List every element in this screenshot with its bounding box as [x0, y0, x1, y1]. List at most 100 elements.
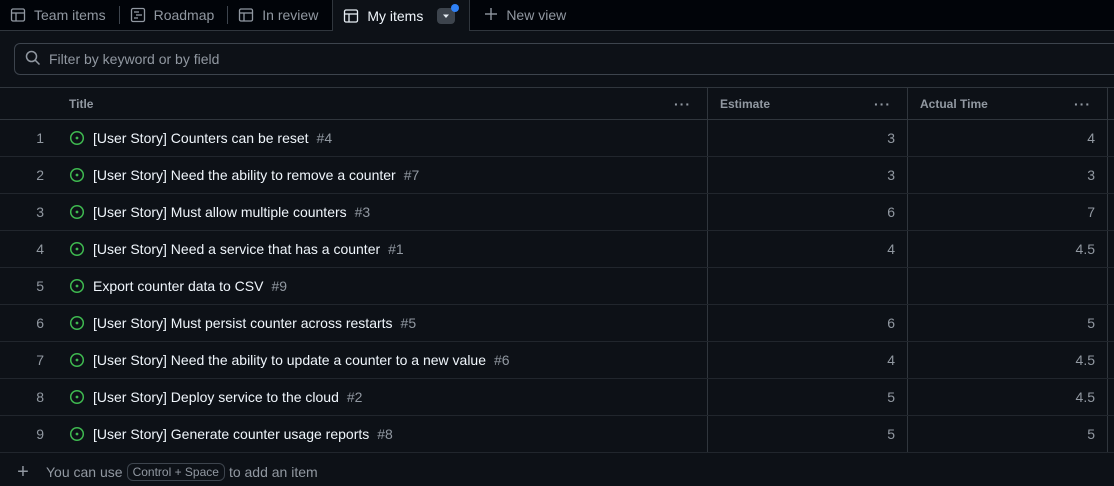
item-title-link[interactable]: [User Story] Generate counter usage repo… [93, 426, 369, 442]
actual-time-value: 7 [1087, 204, 1095, 220]
column-header-title[interactable]: Title ··· [58, 88, 708, 119]
row-number-label: 7 [36, 352, 44, 368]
row-number-label: 6 [36, 315, 44, 331]
table-row[interactable]: 1 [User Story] Counters can be reset #4 … [0, 120, 1114, 157]
row-number-header [0, 88, 58, 119]
title-cell[interactable]: [User Story] Deploy service to the cloud… [58, 379, 708, 415]
row-number: 3 [0, 194, 58, 230]
issue-number[interactable]: #1 [388, 241, 404, 257]
view-options-button[interactable] [437, 3, 460, 24]
title-cell[interactable]: Export counter data to CSV #9 [58, 268, 708, 304]
row-number-label: 9 [36, 426, 44, 442]
table-row[interactable]: 7 [User Story] Need the ability to updat… [0, 342, 1114, 379]
row-number-label: 8 [36, 389, 44, 405]
actual-time-cell[interactable]: 4.5 [908, 231, 1108, 267]
actual-time-value: 4.5 [1075, 241, 1095, 257]
row-number-label: 3 [36, 204, 44, 220]
row-number: 2 [0, 157, 58, 193]
add-item-plus-icon[interactable]: + [0, 461, 46, 484]
column-header-label: Estimate [720, 96, 771, 111]
item-title-link[interactable]: [User Story] Must allow multiple counter… [93, 204, 347, 220]
item-title-link[interactable]: [User Story] Need the ability to update … [93, 352, 486, 368]
estimate-cell[interactable]: 6 [708, 194, 908, 230]
table-row[interactable]: 6 [User Story] Must persist counter acro… [0, 305, 1114, 342]
roadmap-icon [130, 7, 146, 23]
table-row[interactable]: 3 [User Story] Must allow multiple count… [0, 194, 1114, 231]
estimate-cell[interactable]: 5 [708, 416, 908, 452]
estimate-cell[interactable] [708, 268, 908, 304]
actual-time-cell[interactable]: 4 [908, 120, 1108, 156]
issue-number[interactable]: #5 [401, 315, 417, 331]
actual-time-cell[interactable]: 3 [908, 157, 1108, 193]
title-cell[interactable]: [User Story] Need a service that has a c… [58, 231, 708, 267]
estimate-cell[interactable]: 4 [708, 342, 908, 378]
issue-number[interactable]: #4 [317, 130, 333, 146]
estimate-cell[interactable]: 3 [708, 157, 908, 193]
actual-time-value: 5 [1087, 426, 1095, 442]
table-header: Title ··· Estimate ··· Actual Time ··· [0, 87, 1114, 120]
issue-number[interactable]: #7 [404, 167, 420, 183]
actual-time-cell[interactable]: 5 [908, 305, 1108, 341]
table-icon [343, 8, 359, 24]
actual-time-cell[interactable]: 5 [908, 416, 1108, 452]
issue-number[interactable]: #6 [494, 352, 510, 368]
tab-my-items[interactable]: My items [332, 0, 471, 31]
tab-roadmap[interactable]: Roadmap [120, 0, 229, 30]
table-row[interactable]: 9 [User Story] Generate counter usage re… [0, 416, 1114, 453]
column-menu-icon[interactable]: ··· [674, 96, 691, 112]
table-row[interactable]: 4 [User Story] Need a service that has a… [0, 231, 1114, 268]
issue-number[interactable]: #2 [347, 389, 363, 405]
actual-time-cell[interactable]: 4.5 [908, 342, 1108, 378]
triangle-down-icon [443, 14, 450, 18]
item-title-link[interactable]: [User Story] Need a service that has a c… [93, 241, 380, 257]
unsaved-changes-dot [451, 3, 460, 12]
row-number-label: 2 [36, 167, 44, 183]
column-header-label: Title [69, 96, 94, 111]
actual-time-value: 4.5 [1075, 389, 1095, 405]
actual-time-cell[interactable] [908, 268, 1108, 304]
row-number: 7 [0, 342, 58, 378]
column-header-estimate[interactable]: Estimate ··· [708, 88, 908, 119]
column-menu-icon[interactable]: ··· [1074, 96, 1091, 112]
table-row[interactable]: 5 Export counter data to CSV #9 [0, 268, 1114, 305]
filter-input[interactable] [49, 51, 649, 67]
issue-opened-icon [69, 315, 85, 331]
estimate-cell[interactable]: 5 [708, 379, 908, 415]
item-title-link[interactable]: [User Story] Deploy service to the cloud [93, 389, 339, 405]
estimate-cell[interactable]: 6 [708, 305, 908, 341]
item-title-link[interactable]: [User Story] Counters can be reset [93, 130, 309, 146]
title-cell[interactable]: [User Story] Must persist counter across… [58, 305, 708, 341]
table-row[interactable]: 2 [User Story] Need the ability to remov… [0, 157, 1114, 194]
item-title-link[interactable]: [User Story] Need the ability to remove … [93, 167, 396, 183]
issue-number[interactable]: #8 [377, 426, 393, 442]
add-item-row: + You can use Control + Space to add an … [0, 458, 1114, 486]
actual-time-value: 3 [1087, 167, 1095, 183]
column-header-actual-time[interactable]: Actual Time ··· [908, 88, 1108, 119]
item-title-link[interactable]: [User Story] Must persist counter across… [93, 315, 393, 331]
tab-in-review[interactable]: In review [228, 0, 332, 30]
actual-time-cell[interactable]: 7 [908, 194, 1108, 230]
actual-time-cell[interactable]: 4.5 [908, 379, 1108, 415]
issue-number[interactable]: #3 [355, 204, 371, 220]
title-cell[interactable]: [User Story] Generate counter usage repo… [58, 416, 708, 452]
estimate-value: 6 [887, 204, 895, 220]
row-number-label: 5 [36, 278, 44, 294]
new-view-button[interactable]: New view [470, 0, 580, 30]
column-header-label: Actual Time [920, 96, 988, 111]
title-cell[interactable]: [User Story] Need the ability to remove … [58, 157, 708, 193]
title-cell[interactable]: [User Story] Must allow multiple counter… [58, 194, 708, 230]
add-item-hint-suffix: to add an item [228, 464, 318, 480]
issue-opened-icon [69, 426, 85, 442]
item-title-link[interactable]: Export counter data to CSV [93, 278, 263, 294]
estimate-value: 3 [887, 167, 895, 183]
issue-opened-icon [69, 130, 85, 146]
estimate-cell[interactable]: 3 [708, 120, 908, 156]
issue-number[interactable]: #9 [271, 278, 287, 294]
title-cell[interactable]: [User Story] Counters can be reset #4 [58, 120, 708, 156]
estimate-cell[interactable]: 4 [708, 231, 908, 267]
title-cell[interactable]: [User Story] Need the ability to update … [58, 342, 708, 378]
column-menu-icon[interactable]: ··· [874, 96, 891, 112]
add-item-hint-prefix: You can use [46, 464, 123, 480]
tab-team-items[interactable]: Team items [0, 0, 120, 30]
table-row[interactable]: 8 [User Story] Deploy service to the clo… [0, 379, 1114, 416]
